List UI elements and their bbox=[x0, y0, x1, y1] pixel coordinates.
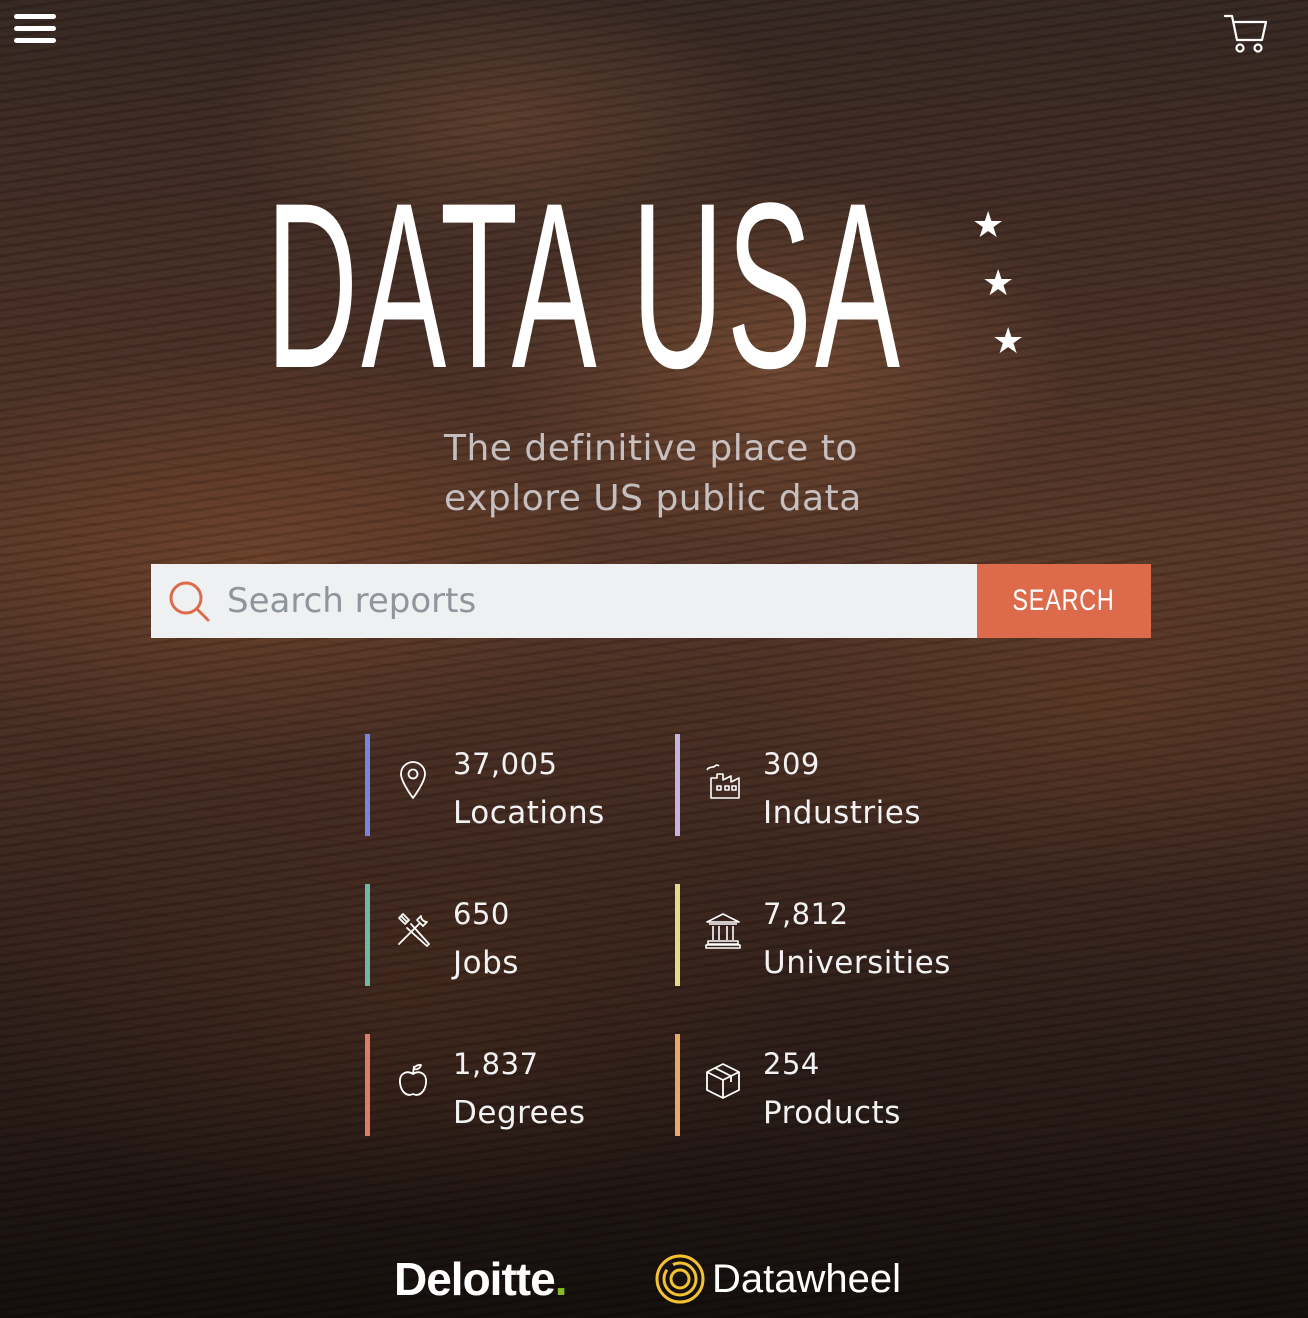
university-building-icon bbox=[705, 913, 741, 949]
stat-color-bar bbox=[675, 734, 680, 836]
stat-industries[interactable]: 309 Industries bbox=[675, 734, 975, 836]
stat-label: Locations bbox=[453, 795, 605, 831]
hamburger-menu-icon[interactable] bbox=[14, 14, 56, 48]
deloitte-dot: . bbox=[554, 1253, 568, 1305]
stat-label: Industries bbox=[763, 795, 922, 831]
datawheel-wheel-icon bbox=[655, 1254, 705, 1304]
search-input[interactable] bbox=[225, 565, 977, 637]
tagline: The definitive place to explore US publi… bbox=[0, 424, 1308, 524]
stat-number: 37,005 bbox=[453, 747, 558, 781]
logo-text: DATA USA bbox=[266, 154, 904, 418]
stat-number: 1,837 bbox=[453, 1047, 539, 1081]
stat-locations[interactable]: 37,005 Locations bbox=[365, 734, 665, 836]
logo-star-icon: ★ bbox=[972, 205, 1005, 246]
search-icon bbox=[169, 581, 210, 622]
logo-star-icon: ★ bbox=[982, 263, 1015, 304]
stat-color-bar bbox=[675, 884, 680, 986]
stat-color-bar bbox=[365, 884, 370, 986]
tagline-line-2: explore US public data bbox=[444, 478, 862, 519]
stat-degrees[interactable]: 1,837 Degrees bbox=[365, 1034, 665, 1136]
stat-number: 309 bbox=[763, 747, 820, 781]
factory-icon bbox=[706, 764, 740, 799]
search-button-label: SEARCH bbox=[1012, 584, 1116, 617]
shopping-cart-icon[interactable] bbox=[1222, 10, 1270, 56]
stat-universities[interactable]: 7,812 Universities bbox=[675, 884, 975, 986]
stat-number: 7,812 bbox=[763, 897, 849, 931]
partners-footer: Deloitte. Datawheel bbox=[0, 1250, 1308, 1310]
data-usa-logo[interactable]: DATA USA ★ ★ ★ bbox=[266, 154, 1036, 418]
stat-number: 254 bbox=[763, 1047, 820, 1081]
datawheel-logo[interactable]: Datawheel bbox=[654, 1250, 901, 1308]
apple-icon bbox=[399, 1063, 427, 1096]
stat-color-bar bbox=[675, 1034, 680, 1136]
stat-label: Degrees bbox=[453, 1095, 586, 1131]
stat-label: Products bbox=[763, 1095, 901, 1131]
stat-number: 650 bbox=[453, 897, 510, 931]
search-field[interactable] bbox=[151, 564, 977, 638]
tagline-line-1: The definitive place to bbox=[444, 428, 858, 469]
datawheel-name: Datawheel bbox=[712, 1256, 902, 1301]
stat-jobs[interactable]: 650 Jobs bbox=[365, 884, 665, 986]
map-pin-icon bbox=[400, 761, 426, 799]
package-box-icon bbox=[706, 1063, 740, 1099]
stat-products[interactable]: 254 Products bbox=[675, 1034, 975, 1136]
search-button[interactable]: SEARCH bbox=[977, 564, 1151, 638]
deloitte-name: Deloitte bbox=[394, 1253, 556, 1305]
stat-color-bar bbox=[365, 734, 370, 836]
stat-label: Universities bbox=[763, 945, 951, 981]
stat-color-bar bbox=[365, 1034, 370, 1136]
logo-star-icon: ★ bbox=[992, 321, 1025, 362]
tools-icon bbox=[398, 913, 430, 947]
search-bar: SEARCH bbox=[151, 564, 1151, 638]
deloitte-logo[interactable]: Deloitte. bbox=[394, 1250, 568, 1308]
stat-label: Jobs bbox=[453, 945, 519, 981]
